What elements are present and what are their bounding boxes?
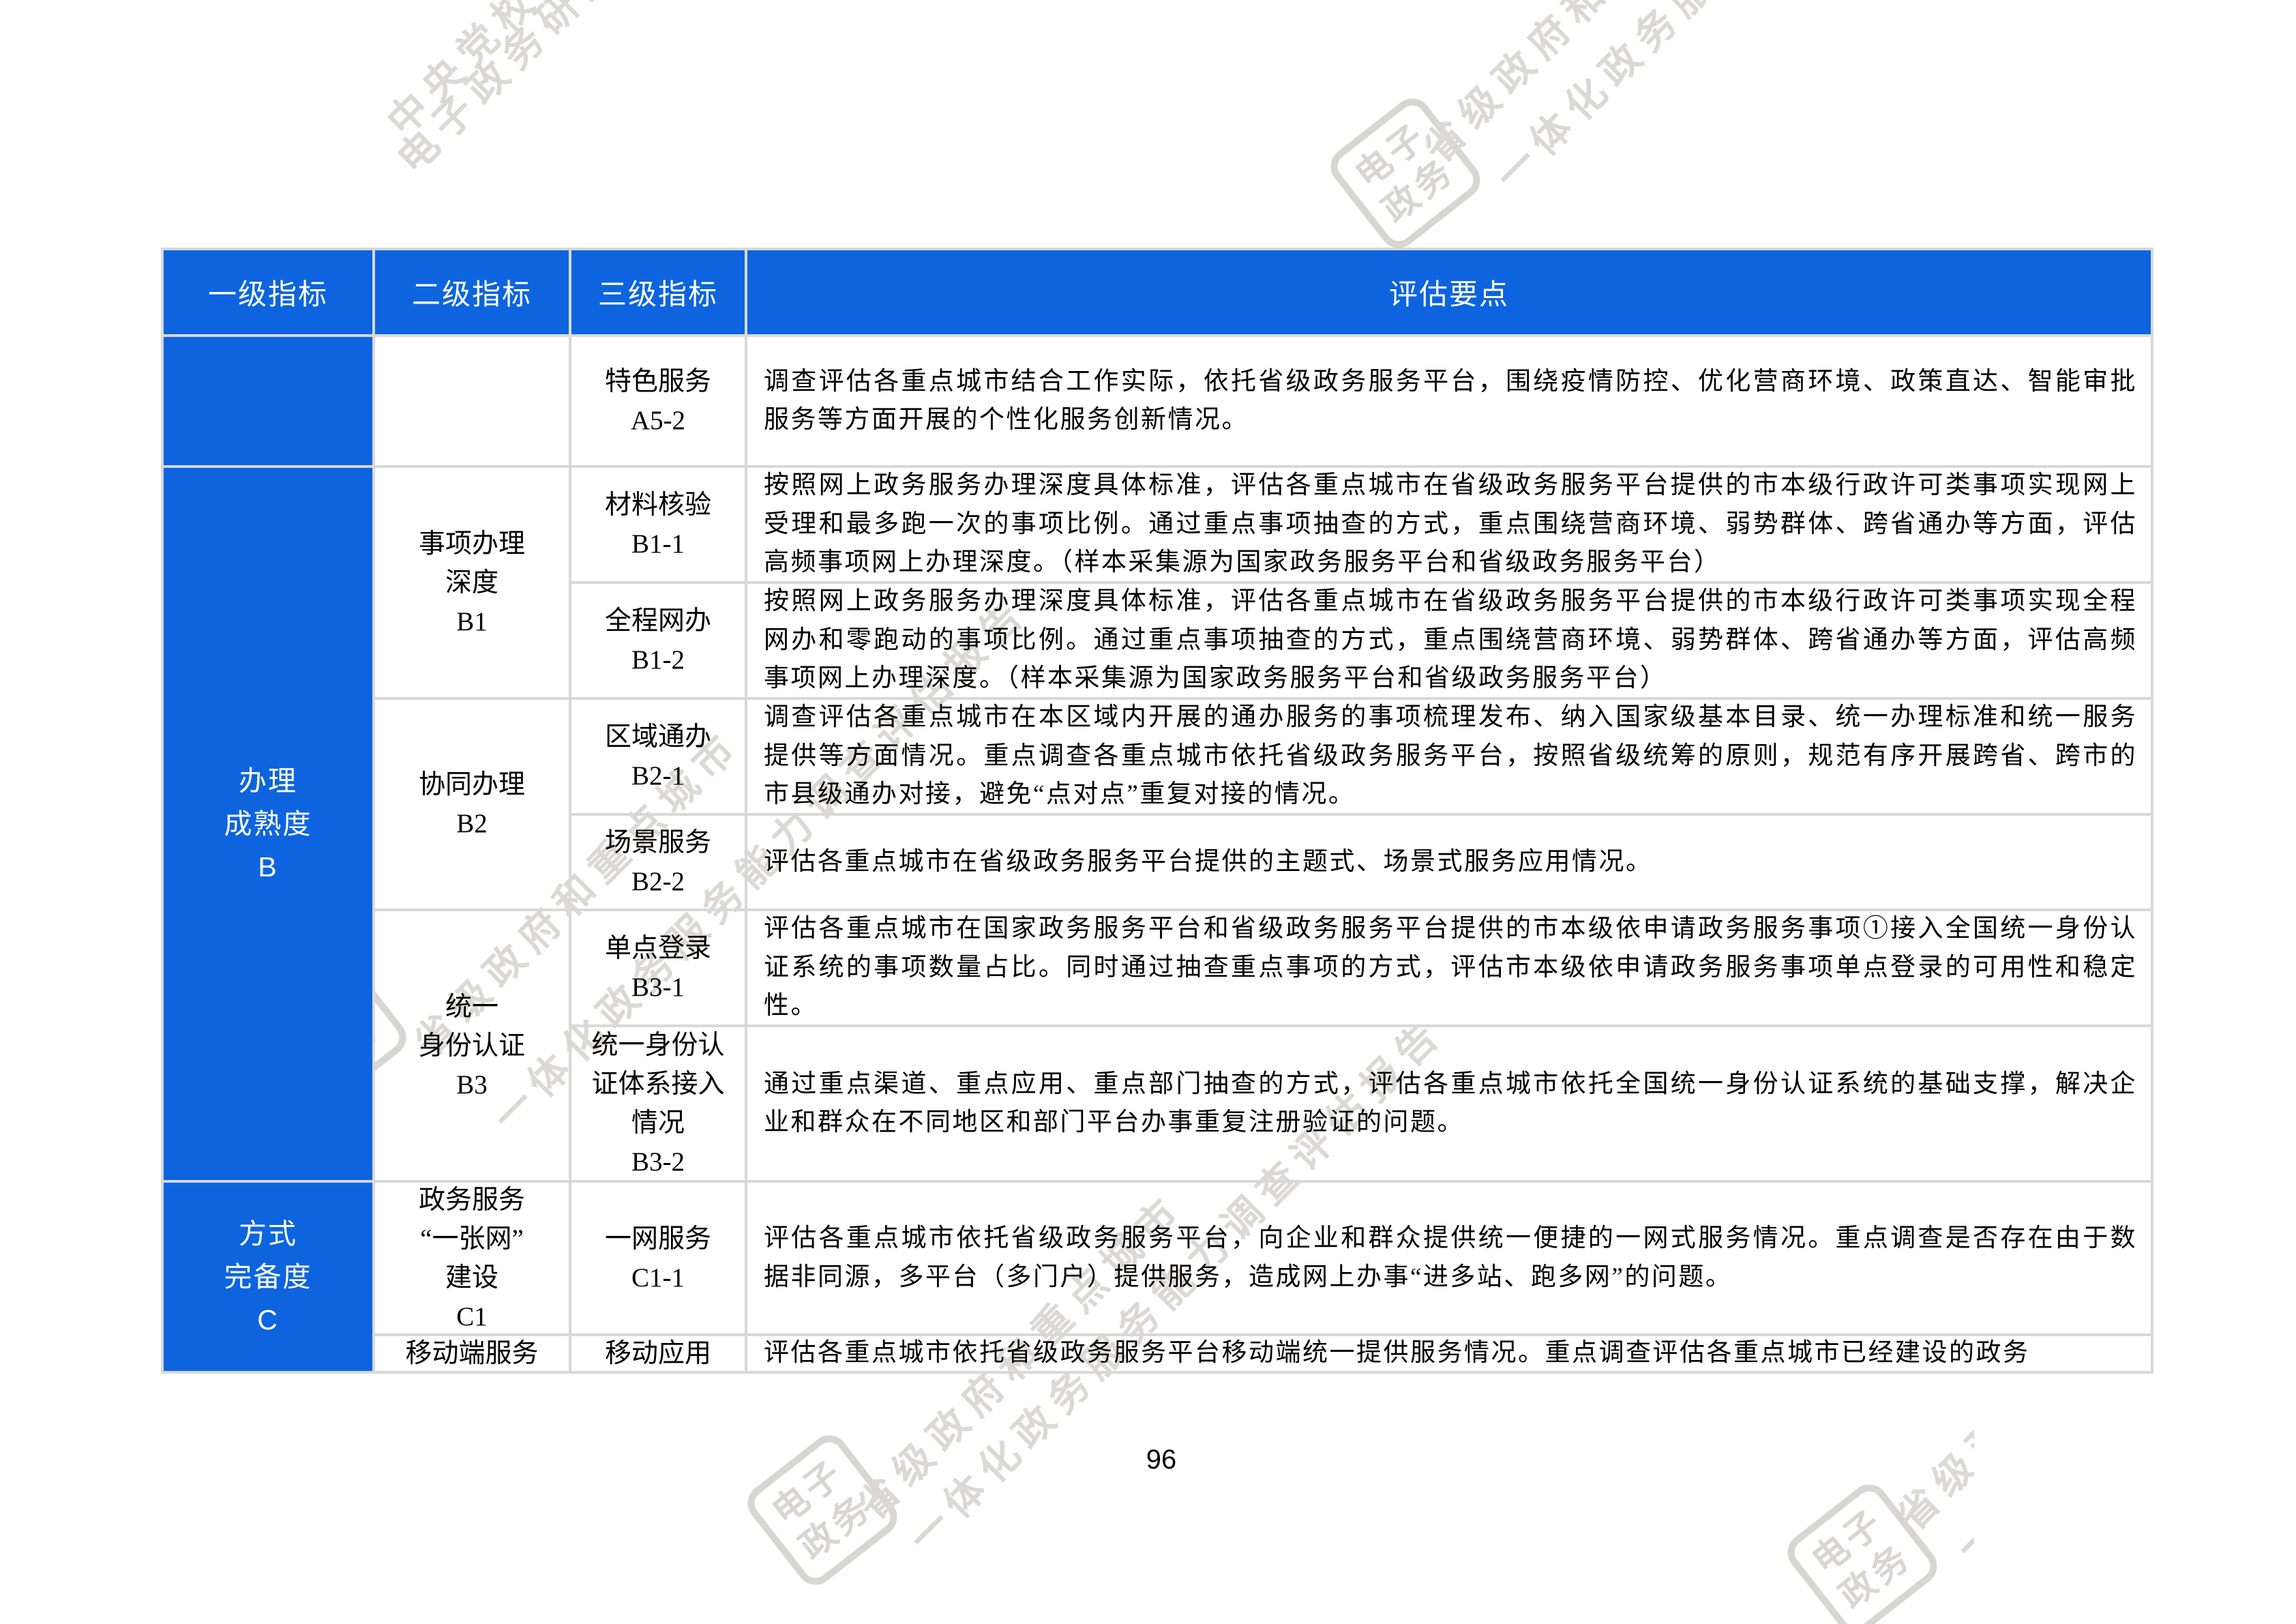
level3-cell-mobile: 移动应用 <box>571 1336 747 1371</box>
points-mobile-text: 评估各重点城市依托省级政务服务平台移动端统一提供服务情况。重点调查评估各重点城市… <box>764 1336 2137 1371</box>
level2-c1-label: 政务服务 “一张网” 建设 C1 <box>419 1183 525 1336</box>
level2-cell-b3: 统一 身份认证 B3 <box>375 911 571 1183</box>
points-c11-text: 评估各重点城市依托省级政务服务平台，向企业和群众提供统一便捷的一网式服务情况。重… <box>764 1220 2137 1297</box>
header-level1-label: 一级指标 <box>208 271 328 313</box>
level3-mobile-label: 移动应用 <box>605 1336 711 1371</box>
level1-cell-c: 方式 完备度 C <box>164 1183 375 1371</box>
header-level3: 三级指标 <box>571 250 747 337</box>
evaluation-indicator-table: 一级指标 二级指标 三级指标 评估要点 办理 成熟度 B 方式 完备度 C 事项… <box>161 248 2153 1374</box>
level3-b12-label: 全程网办 B1-2 <box>605 602 711 679</box>
level2-mobile-label: 移动端服务 <box>405 1336 538 1371</box>
document-page: { "colors": { "accent_blue": "#0d64de", … <box>0 0 2296 1624</box>
points-cell-b31: 评估各重点城市在国家政务服务平台和省级政务服务平台提供的市本级依申请政务服务事项… <box>747 911 2151 1027</box>
points-cell-b12: 按照网上政务服务办理深度具体标准，评估各重点城市在省级政务服务平台提供的市本级行… <box>747 584 2151 700</box>
level3-cell-b22: 场景服务 B2-2 <box>571 816 747 911</box>
points-b22-text: 评估各重点城市在省级政务服务平台提供的主题式、场景式服务应用情况。 <box>764 843 2137 882</box>
header-level2-label: 二级指标 <box>412 271 532 313</box>
level2-cell-c1: 政务服务 “一张网” 建设 C1 <box>375 1183 571 1336</box>
points-b12-text: 按照网上政务服务办理深度具体标准，评估各重点城市在省级政务服务平台提供的市本级行… <box>764 584 2137 698</box>
level3-c11-label: 一网服务 C1-1 <box>605 1220 711 1297</box>
level1-c-label: 方式 完备度 C <box>224 1213 312 1342</box>
points-cell-b11: 按照网上政务服务办理深度具体标准，评估各重点城市在省级政务服务平台提供的市本级行… <box>747 468 2151 584</box>
level2-cell-a-blank <box>375 337 571 468</box>
level3-a52-label: 特色服务 A5-2 <box>605 362 711 440</box>
points-b32-text: 通过重点渠道、重点应用、重点部门抽查的方式，评估各重点城市依托全国统一身份认证系… <box>764 1065 2137 1142</box>
level3-cell-b11: 材料核验 B1-1 <box>571 468 747 584</box>
points-b11-text: 按照网上政务服务办理深度具体标准，评估各重点城市在省级政务服务平台提供的市本级行… <box>764 468 2137 582</box>
level2-cell-b1: 事项办理 深度 B1 <box>375 468 571 700</box>
level3-b22-label: 场景服务 B2-2 <box>605 823 711 901</box>
level3-b11-label: 材料核验 B1-1 <box>605 486 711 563</box>
level2-b2-label: 协同办理 B2 <box>419 765 525 843</box>
level3-b32-label: 统一身份认 证体系接入 情况 B3-2 <box>591 1027 724 1181</box>
watermark-group-bottom-right: 电子 政务 省级政府和重点城市 一体化政务服务能力调查评估报告 <box>1739 1385 1974 1624</box>
points-cell-mobile: 评估各重点城市依托省级政务服务平台移动端统一提供服务情况。重点调查评估各重点城市… <box>747 1336 2151 1371</box>
level1-cell-a-blank <box>164 337 375 468</box>
page-number: 96 <box>161 1445 2162 1475</box>
header-level3-label: 三级指标 <box>598 271 718 313</box>
level2-b1-label: 事项办理 深度 B1 <box>419 525 525 641</box>
level3-cell-b21: 区域通办 B2-1 <box>571 700 747 816</box>
points-cell-b22: 评估各重点城市在省级政务服务平台提供的主题式、场景式服务应用情况。 <box>747 816 2151 911</box>
level3-b31-label: 单点登录 B3-1 <box>605 929 711 1007</box>
header-points: 评估要点 <box>747 250 2151 337</box>
level2-cell-mobile: 移动端服务 <box>375 1336 571 1371</box>
points-a52-text: 调查评估各重点城市结合工作实际，依托省级政务服务平台，围绕疫情防控、优化营商环境… <box>764 363 2137 440</box>
level1-b-label: 办理 成熟度 B <box>224 760 312 889</box>
points-cell-b32: 通过重点渠道、重点应用、重点部门抽查的方式，评估各重点城市依托全国统一身份认证系… <box>747 1027 2151 1183</box>
header-level1: 一级指标 <box>164 250 375 337</box>
points-cell-a52: 调查评估各重点城市结合工作实际，依托省级政务服务平台，围绕疫情防控、优化营商环境… <box>747 337 2151 468</box>
level1-cell-b: 办理 成熟度 B <box>164 468 375 1183</box>
level2-b3-label: 统一 身份认证 B3 <box>419 988 525 1104</box>
header-level2: 二级指标 <box>375 250 571 337</box>
points-cell-c11: 评估各重点城市依托省级政务服务平台，向企业和群众提供统一便捷的一网式服务情况。重… <box>747 1183 2151 1336</box>
points-b31-text: 评估各重点城市在国家政务服务平台和省级政务服务平台提供的市本级依申请政务服务事项… <box>764 911 2137 1026</box>
level3-b21-label: 区域通办 B2-1 <box>605 718 711 795</box>
level3-cell-b32: 统一身份认 证体系接入 情况 B3-2 <box>571 1027 747 1183</box>
header-points-label: 评估要点 <box>1389 271 1509 313</box>
level3-cell-c11: 一网服务 C1-1 <box>571 1183 747 1336</box>
level3-cell-a52: 特色服务 A5-2 <box>571 337 747 468</box>
points-cell-b21: 调查评估各重点城市在本区域内开展的通办服务的事项梳理发布、纳入国家级基本目录、统… <box>747 700 2151 816</box>
level2-cell-b2: 协同办理 B2 <box>375 700 571 911</box>
level3-cell-b31: 单点登录 B3-1 <box>571 911 747 1027</box>
level3-cell-b12: 全程网办 B1-2 <box>571 584 747 700</box>
points-b21-text: 调查评估各重点城市在本区域内开展的通办服务的事项梳理发布、纳入国家级基本目录、统… <box>764 700 2137 814</box>
